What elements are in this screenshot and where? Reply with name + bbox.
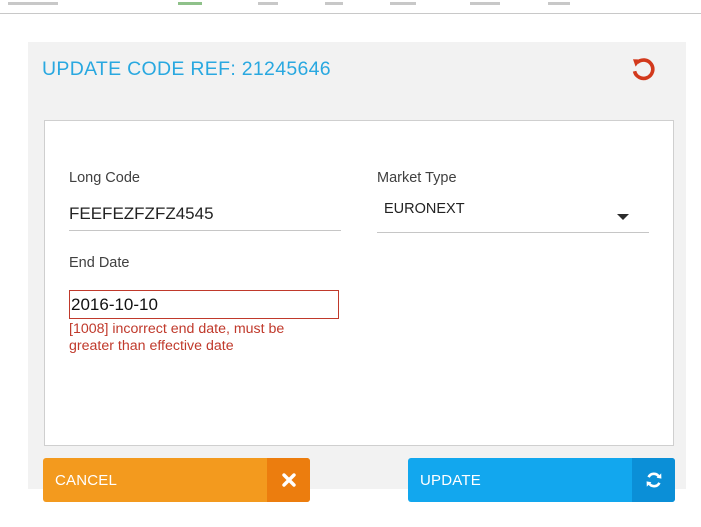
reset-button[interactable] <box>626 54 660 84</box>
end-date-label: End Date <box>69 255 130 271</box>
caret-down-icon <box>617 214 629 220</box>
market-type-label: Market Type <box>377 170 457 186</box>
form-container: Long Code FEEFEZFZFZ4545 Market Type EUR… <box>44 120 674 446</box>
dialog-title: UPDATE CODE REF: 21245646 <box>42 58 331 80</box>
cancel-button[interactable]: CANCEL <box>43 458 310 502</box>
reset-undo-icon <box>632 58 655 81</box>
update-code-dialog: UPDATE CODE REF: 21245646 Long Code FEEF… <box>28 42 686 489</box>
end-date-error-line1: [1008] incorrect end date, must be <box>69 321 285 337</box>
clipped-fragment <box>325 2 343 5</box>
clipped-fragment <box>178 2 202 5</box>
close-x-icon <box>267 458 310 502</box>
end-date-input[interactable] <box>69 290 339 319</box>
clipped-fragment <box>390 2 416 5</box>
cancel-label: CANCEL <box>55 471 118 489</box>
clipped-fragment <box>8 2 58 5</box>
clipped-fragment <box>258 2 278 5</box>
update-button[interactable]: UPDATE <box>408 458 675 502</box>
market-type-value: EURONEXT <box>384 201 465 217</box>
top-clipped-strip <box>0 0 701 14</box>
refresh-icon <box>632 458 675 502</box>
market-type-select[interactable]: EURONEXT <box>377 199 649 233</box>
end-date-error-line2: greater than effective date <box>69 338 234 354</box>
long-code-field[interactable]: FEEFEZFZFZ4545 <box>69 204 341 231</box>
update-label: UPDATE <box>420 471 481 489</box>
clipped-fragment <box>470 2 500 5</box>
clipped-fragment <box>548 2 570 5</box>
long-code-label: Long Code <box>69 170 140 186</box>
